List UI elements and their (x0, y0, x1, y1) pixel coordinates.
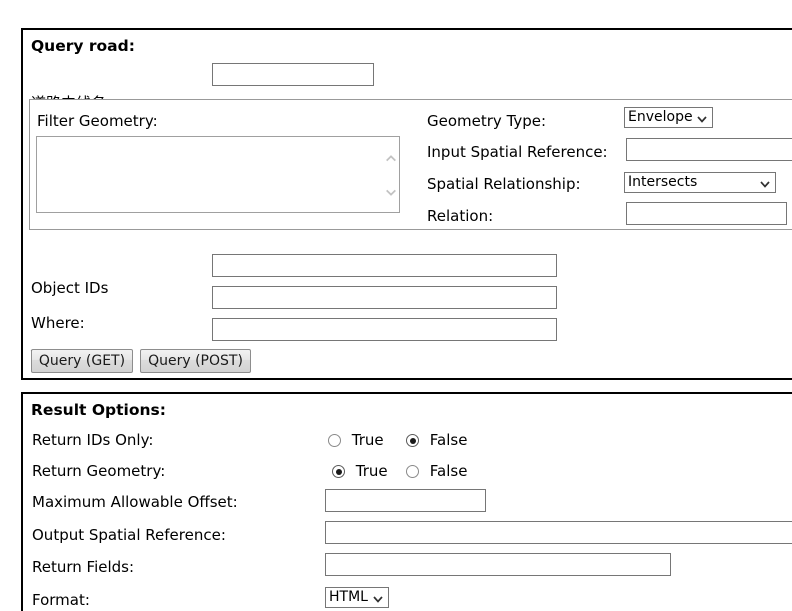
return-geometry-false-label: False (430, 462, 468, 480)
query-get-button[interactable]: Query (GET) (31, 349, 133, 373)
input-spatial-reference-input[interactable] (626, 138, 792, 161)
spatial-relationship-label: Spatial Relationship: (427, 175, 581, 193)
where-label: Where: (31, 314, 85, 332)
spatial-relationship-value: Intersects (628, 174, 697, 190)
object-ids-input[interactable] (212, 254, 557, 277)
return-ids-only-true-radio[interactable]: True (328, 431, 384, 449)
return-geometry-label: Return Geometry: (32, 462, 165, 480)
return-geometry-false-radio[interactable]: False (406, 462, 467, 480)
query-post-button[interactable]: Query (POST) (140, 349, 251, 373)
maximum-allowable-offset-input[interactable] (325, 489, 486, 512)
chevron-up-icon[interactable] (384, 151, 397, 164)
filter-geometry-label: Filter Geometry: (37, 112, 158, 130)
format-label: Format: (32, 591, 90, 609)
filter-geometry-fieldset: Filter Geometry: Geometry T (29, 99, 792, 230)
return-fields-label: Return Fields: (32, 558, 134, 576)
query-road-panel: Query road: 道路中线名: Filter Geometry: (21, 28, 792, 380)
road-name-input[interactable] (212, 63, 374, 86)
radio-dot-icon (406, 434, 419, 447)
where-input[interactable] (212, 286, 557, 309)
geometry-type-select[interactable]: Envelope (624, 107, 713, 128)
return-ids-only-true-label: True (352, 431, 384, 449)
relation-input[interactable] (626, 202, 787, 225)
format-select[interactable]: HTML (325, 587, 389, 608)
maximum-allowable-offset-label: Maximum Allowable Offset: (32, 493, 238, 511)
chevron-down-icon (372, 592, 384, 604)
geometry-type-label: Geometry Type: (427, 112, 546, 130)
format-value: HTML (329, 589, 368, 605)
chevron-down-icon (696, 112, 708, 124)
result-options-title: Result Options: (31, 401, 166, 419)
return-geometry-true-label: True (356, 462, 388, 480)
return-ids-only-false-radio[interactable]: False (406, 431, 467, 449)
return-ids-only-label: Return IDs Only: (32, 431, 153, 449)
chevron-down-icon (759, 177, 771, 189)
geometry-type-value: Envelope (628, 109, 693, 125)
object-ids-label: Object IDs (31, 279, 108, 297)
radio-dot-icon (328, 434, 341, 447)
spatial-relationship-select[interactable]: Intersects (624, 172, 776, 193)
time-input[interactable] (212, 318, 557, 341)
return-geometry-true-radio[interactable]: True (332, 462, 388, 480)
page-title: Query road: (31, 37, 135, 55)
filter-geometry-textarea[interactable] (36, 136, 400, 213)
chevron-down-icon[interactable] (384, 185, 397, 198)
query-form-page: Query road: 道路中线名: Filter Geometry: (0, 0, 792, 611)
output-spatial-reference-label: Output Spatial Reference: (32, 526, 226, 544)
filter-geometry-scrollbar[interactable] (381, 137, 399, 212)
output-spatial-reference-input[interactable] (325, 521, 792, 544)
return-fields-input[interactable] (325, 553, 671, 576)
radio-dot-icon (406, 465, 419, 478)
radio-dot-icon (332, 465, 345, 478)
return-ids-only-false-label: False (430, 431, 468, 449)
result-options-panel: Result Options: Return IDs Only: True Fa… (21, 392, 792, 611)
relation-label: Relation: (427, 207, 493, 225)
input-spatial-reference-label: Input Spatial Reference: (427, 143, 608, 161)
